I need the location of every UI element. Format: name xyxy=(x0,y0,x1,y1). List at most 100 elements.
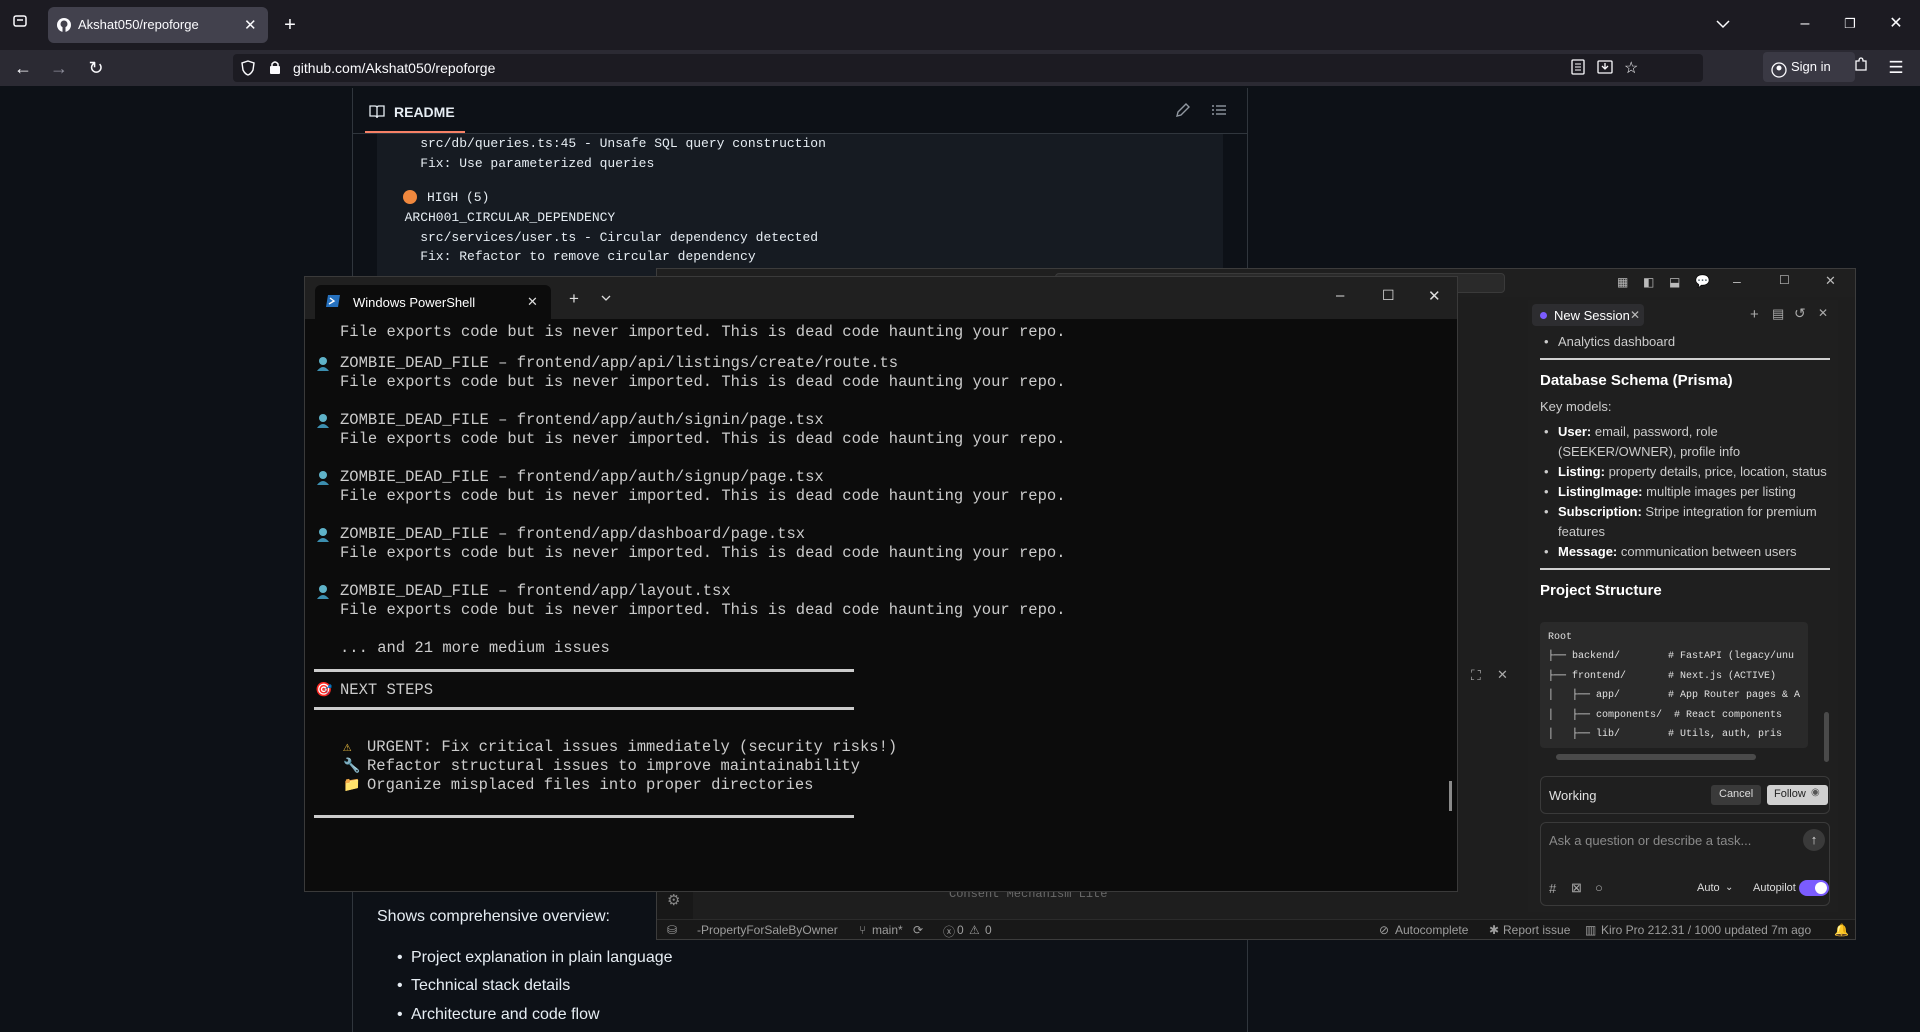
layout-panels-icon[interactable]: ▦ xyxy=(1617,275,1628,289)
eye-icon: ◉ xyxy=(1811,787,1820,798)
code-line: Fix: Use parameterized queries xyxy=(389,156,655,171)
status-warnings[interactable]: 0 xyxy=(985,923,992,937)
minimize-icon[interactable]: – xyxy=(1791,12,1819,36)
toggle-sidebar-icon[interactable]: ◧ xyxy=(1643,275,1654,289)
restore-icon[interactable]: ❐ xyxy=(1836,12,1864,36)
terminal-output[interactable]: File exports code but is never imported.… xyxy=(305,319,1457,891)
browser-tab-bar: Akshat050/repoforge ✕ + – ❐ ✕ xyxy=(0,0,1920,50)
terminal-scrollbar[interactable] xyxy=(1449,781,1452,811)
chat-session-tab[interactable]: New Session ✕ xyxy=(1532,304,1644,326)
divider xyxy=(1540,358,1830,360)
readme-header: README xyxy=(353,88,1247,134)
address-bar[interactable]: github.com/Akshat050/repoforge ☆ xyxy=(233,54,1703,82)
remote-icon[interactable]: ⛁ xyxy=(667,923,677,937)
horizontal-scrollbar[interactable] xyxy=(1556,754,1756,760)
ps-minimize-icon[interactable]: – xyxy=(1336,287,1344,304)
toggle-panel-icon[interactable]: ⬓ xyxy=(1669,275,1680,289)
status-problems[interactable]: 0 xyxy=(957,923,964,937)
powershell-tab[interactable]: Windows PowerShell ✕ xyxy=(315,285,551,319)
notification-bell-icon[interactable]: 🔔 xyxy=(1834,923,1849,937)
chat-input-box[interactable]: Ask a question or describe a task... ↑ #… xyxy=(1540,822,1830,906)
account-icon xyxy=(1771,59,1787,89)
powershell-window: Windows PowerShell ✕ + – ☐ ✕ File export… xyxy=(304,276,1458,892)
terminal-line: File exports code but is never imported.… xyxy=(340,373,1066,391)
history-icon[interactable]: ↺ xyxy=(1794,305,1806,322)
new-tab-icon[interactable]: + xyxy=(569,289,579,309)
autocomplete-icon: ⊘ xyxy=(1379,923,1390,937)
working-label: Working xyxy=(1549,788,1597,803)
structure-heading: Project Structure xyxy=(1540,582,1662,599)
circle-mode-icon[interactable]: ○ xyxy=(1595,880,1603,895)
tab-close-icon[interactable]: ✕ xyxy=(244,16,257,34)
terminal-separator xyxy=(314,815,854,818)
zombie-icon xyxy=(315,584,331,600)
chat-input-placeholder[interactable]: Ask a question or describe a task... xyxy=(1549,833,1751,848)
next-steps-heading: NEXT STEPS xyxy=(340,681,434,699)
outline-list-icon[interactable] xyxy=(1211,102,1227,123)
send-arrow-icon[interactable]: ↑ xyxy=(1803,829,1825,851)
dropdown-chevron-icon[interactable] xyxy=(601,289,611,307)
chat-message: Analytics dashboard Database Schema (Pri… xyxy=(1540,332,1830,609)
menu-icon[interactable]: ☰ xyxy=(1882,56,1910,80)
model-name: Subscription: xyxy=(1558,504,1642,519)
status-plan[interactable]: Kiro Pro 212.31 / 1000 updated 7m ago xyxy=(1601,923,1811,937)
edit-pencil-icon[interactable] xyxy=(1175,102,1191,123)
model-desc: communication between users xyxy=(1620,544,1797,559)
kiro-minimize-icon[interactable]: – xyxy=(1733,273,1741,289)
install-icon[interactable] xyxy=(1597,59,1613,80)
hash-context-icon[interactable]: # xyxy=(1549,881,1556,896)
sign-in-button[interactable]: Sign in xyxy=(1763,52,1855,82)
kiro-close-icon[interactable]: ✕ xyxy=(1825,273,1836,289)
status-autocomplete[interactable]: Autocomplete xyxy=(1395,923,1468,937)
new-chat-icon[interactable]: + xyxy=(1750,306,1759,323)
kiro-maximize-icon[interactable]: ☐ xyxy=(1779,273,1790,287)
shield-icon[interactable] xyxy=(241,60,255,81)
settings-gear-icon[interactable]: ⚙ xyxy=(667,891,680,909)
wrench-icon: 🔧 xyxy=(343,759,361,775)
image-attach-icon[interactable]: ⊠ xyxy=(1571,880,1582,896)
tab-title: Akshat050/repoforge xyxy=(78,17,199,32)
browser-tab-active[interactable]: Akshat050/repoforge ✕ xyxy=(48,7,268,43)
back-icon[interactable]: ← xyxy=(9,56,37,80)
forward-icon[interactable]: → xyxy=(45,56,73,80)
kiro-status-bar: ⛁ -PropertyForSaleByOwner ⑂ main* ⟳ ⓧ 0 … xyxy=(657,919,1855,939)
status-branch[interactable]: main* xyxy=(872,923,903,937)
zombie-icon xyxy=(315,470,331,486)
sync-icon[interactable]: ⟳ xyxy=(913,923,923,937)
new-tab-icon[interactable]: + xyxy=(276,13,304,37)
model-name: Listing: xyxy=(1558,464,1605,479)
reader-view-icon[interactable] xyxy=(1571,59,1585,80)
reload-icon[interactable]: ↻ xyxy=(82,56,110,80)
tab-list-icon[interactable] xyxy=(6,13,34,37)
cancel-button[interactable]: Cancel xyxy=(1711,785,1762,805)
close-panel-icon[interactable]: ✕ xyxy=(1497,667,1508,683)
status-report[interactable]: Report issue xyxy=(1503,923,1570,937)
model-chevron-icon[interactable]: ⌄ xyxy=(1725,882,1733,893)
divider xyxy=(1540,568,1830,570)
bookmark-star-icon[interactable]: ☆ xyxy=(1624,58,1638,78)
browser-nav-bar: ← → ↻ github.com/Akshat050/repoforge ☆ S… xyxy=(0,50,1920,86)
chevron-down-icon[interactable] xyxy=(1709,13,1737,37)
chat-bubble-icon[interactable]: 💬 xyxy=(1695,274,1710,288)
close-chat-icon[interactable]: ✕ xyxy=(1818,306,1828,320)
ps-close-icon[interactable]: ✕ xyxy=(1428,287,1441,305)
save-icon[interactable]: ▤ xyxy=(1772,306,1784,322)
terminal-separator xyxy=(314,707,854,710)
toggle-knob xyxy=(1815,882,1827,894)
model-item: Listing: property details, price, locati… xyxy=(1540,462,1830,482)
vertical-scrollbar[interactable] xyxy=(1824,712,1829,762)
autopilot-toggle[interactable] xyxy=(1799,880,1829,896)
list-item: Analytics dashboard xyxy=(1540,332,1830,352)
expand-panel-icon[interactable]: ⛶ xyxy=(1471,667,1481,684)
extensions-icon[interactable] xyxy=(1847,56,1875,80)
ps-maximize-icon[interactable]: ☐ xyxy=(1382,287,1395,304)
warning-icon: ⚠ xyxy=(969,923,980,937)
lock-icon[interactable] xyxy=(269,60,281,80)
terminal-line: ZOMBIE_DEAD_FILE – frontend/app/auth/sig… xyxy=(340,468,824,486)
tab-close-icon[interactable]: ✕ xyxy=(527,294,538,310)
session-close-icon[interactable]: ✕ xyxy=(1630,308,1640,322)
status-repo[interactable]: -PropertyForSaleByOwner xyxy=(697,923,838,937)
powershell-icon xyxy=(325,294,341,313)
model-select[interactable]: Auto xyxy=(1697,882,1720,894)
close-window-icon[interactable]: ✕ xyxy=(1882,12,1910,36)
